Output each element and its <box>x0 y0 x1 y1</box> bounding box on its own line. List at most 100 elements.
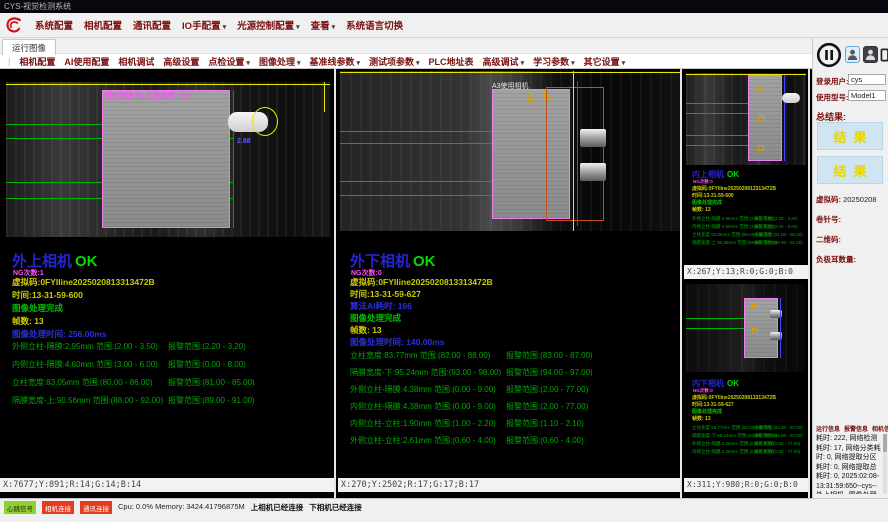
window-title: CYS-视觉检测系统 <box>4 2 71 11</box>
alarm-range: 报警范围:(2.00 - 77.00) <box>754 441 800 447</box>
blue-annotation: 2.88 <box>237 138 251 145</box>
alarm-range: 报警范围:(94.00 - 97.00) <box>754 433 803 439</box>
login-user-label: 登录用户: <box>816 76 849 87</box>
cpu-memory-readout: Cpu: 0.0% Memory: 3424.41796875M <box>118 502 245 511</box>
highlight-circle <box>252 107 278 136</box>
menu-comm-config[interactable]: 通讯配置 <box>133 18 171 32</box>
camera-image[interactable]: 固定阈值:93, 动态阈值:100 2.88 <box>6 82 330 237</box>
product-region <box>748 75 782 161</box>
measurement-value: 立柱宽度:83.05mm 范围:(80.00 - 86.00) <box>12 377 168 388</box>
measurement-row: 立柱宽度:83.05mm 范围:(80.00 - 86.00)报警范围:(81.… <box>12 377 332 388</box>
measurement-value: 外侧立柱-立柱:2.61mm 范围:(0.60 - 4.00) <box>350 435 506 446</box>
measurement-value: 外侧立柱-隔膜:4.38mm 范围:(0.00 - 9.00) <box>692 441 754 447</box>
alarm-range: 报警范围:(0.00 - 8.00) <box>754 224 798 230</box>
camera-image[interactable] <box>686 284 806 372</box>
menu-language-switch[interactable]: 系统语言切换 <box>346 18 403 32</box>
measure-line-green <box>340 181 502 182</box>
alarm-range: 报警范围:(2.00 - 77.00) <box>754 449 800 455</box>
ref-line-yellow <box>686 74 806 75</box>
tool-camera-config[interactable]: 相机配置 <box>19 55 55 68</box>
tool-image-processing[interactable]: 图像处理 <box>259 55 301 68</box>
camera-view-inner-upper: 内上相机OK NG次数:0 虚拟码:0FYIline20250208133134… <box>684 69 808 279</box>
log-tab-alarm-info[interactable]: 报警信息 <box>844 424 868 433</box>
ref-line-yellow <box>6 84 330 85</box>
camera-image[interactable]: A3使用相机 <box>340 71 680 231</box>
info-line: 时间:13-31-59-627 <box>692 401 734 408</box>
lower-camera-status: 下相机已经连接 <box>309 502 362 513</box>
winding-pin-label: 卷针号: <box>816 214 841 225</box>
menubar: 系统配置 相机配置 通讯配置 IO手配置 光源控制配置 查看 系统语言切换 <box>0 13 888 38</box>
virtual-code-caption: 虚拟码: <box>816 195 841 204</box>
tool-learning-params[interactable]: 学习参数 <box>533 55 575 68</box>
alarm-range: 报警范围:(83.00 - 87.00) <box>754 425 803 431</box>
upper-camera-status: 上相机已经连接 <box>251 502 304 513</box>
info-line: 虚拟码:0FYIline2025020813313472B <box>350 276 493 288</box>
product-region <box>102 90 230 228</box>
measurement-row: 内侧立柱-隔膜:4.60mm 范围:(3.00 - 6.00)报警范围:(0.0… <box>12 359 332 370</box>
tool-other-settings[interactable]: 其它设置 <box>584 55 626 68</box>
measurement-value: 隔膜宽度-下:95.24mm 范围:(93.00 - 98.00) <box>692 433 754 439</box>
tool-camera-debug[interactable]: 相机调试 <box>118 55 154 68</box>
tool-ai-config[interactable]: AI使用配置 <box>64 55 109 68</box>
measurement-row: 外侧立柱-立柱:2.61mm 范围:(0.60 - 4.00)报警范围:(0.6… <box>350 435 678 446</box>
log-tab-run-info[interactable]: 运行信息 <box>816 424 840 433</box>
login-user-field[interactable] <box>848 74 886 85</box>
tab-run-image[interactable]: 运行图像 <box>2 39 56 55</box>
measurement-value: 立柱宽度:83.05mm 范围:(80.00 - 86.00) <box>692 232 754 238</box>
edge-line-blue <box>233 90 234 228</box>
tool-advanced-settings[interactable]: 高级设置 <box>163 55 199 68</box>
info-line: 图像处理时间: 140.00ms <box>350 336 444 348</box>
info-line: 时间:13-31-59-600 <box>12 289 83 301</box>
app-window: CYS-视觉检测系统 系统配置 相机配置 通讯配置 IO手配置 光源控制配置 查… <box>0 0 888 522</box>
tool-baseline-params[interactable]: 基准线参数 <box>309 55 360 68</box>
model-label: 使用型号: <box>816 92 849 103</box>
alarm-range: 报警范围:(2.00 - 77.00) <box>506 401 588 412</box>
menu-system-config[interactable]: 系统配置 <box>35 18 73 32</box>
menu-light-config[interactable]: 光源控制配置 <box>237 18 300 32</box>
alarm-range: 报警范围:(94.00 - 97.00) <box>506 367 593 378</box>
result-box-lower: 结果 <box>817 156 883 184</box>
menu-view[interactable]: 查看 <box>311 18 336 32</box>
virtual-code-label: 虚拟码: 20250208 <box>816 194 876 205</box>
result-ok: OK <box>413 253 436 270</box>
exit-logout-button[interactable] <box>879 46 888 63</box>
menu-io-config[interactable]: IO手配置 <box>182 18 226 32</box>
person-icon <box>865 49 876 61</box>
model-field[interactable] <box>848 90 886 101</box>
log-scrollbar[interactable] <box>883 434 887 494</box>
info-line: 时间:13-31-59-627 <box>350 288 421 300</box>
alarm-range: 报警范围:(1.10 - 2.10) <box>506 418 584 429</box>
pause-button[interactable] <box>816 42 842 68</box>
measurement-value: 隔膜宽度-上:90.56mm 范围:(88.00 - 92.00) <box>12 395 168 406</box>
feature-marker <box>758 85 764 91</box>
tool-test-params[interactable]: 测试项参数 <box>369 55 420 68</box>
comm-link-badge: 通讯连接 <box>80 501 112 514</box>
measure-line-green <box>686 318 752 319</box>
tool-plc-address[interactable]: PLC地址表 <box>429 55 474 68</box>
camera-name: 内上相机 <box>692 170 724 179</box>
camera-views-area: 固定阈值:93, 动态阈值:100 2.88 外上相机OK NG次数:1 虚拟码… <box>0 69 812 498</box>
measurement-value: 隔膜宽度-下:95.24mm 范围:(93.00 - 98.00) <box>350 367 506 378</box>
alarm-range: 报警范围:(0.60 - 4.00) <box>506 435 584 446</box>
user-login-button[interactable] <box>845 46 860 63</box>
measure-line-green <box>340 143 502 144</box>
menu-camera-config[interactable]: 相机配置 <box>84 18 122 32</box>
log-tab-camera-info[interactable]: 相机信息 <box>872 424 888 433</box>
heartbeat-badge: 心跳信号 <box>4 501 36 514</box>
virtual-code-value: 20250208 <box>843 195 876 204</box>
measurement-value: 立柱宽度:83.77mm 范围:(82.00 - 88.00) <box>692 425 754 431</box>
tool-advanced-debug[interactable]: 高级调试 <box>483 55 525 68</box>
user-manage-button[interactable] <box>863 46 878 63</box>
camera-image[interactable] <box>686 73 806 165</box>
tool-spot-check[interactable]: 点检设置 <box>208 55 250 68</box>
measure-line-green <box>686 113 756 114</box>
scrollbar-thumb[interactable] <box>883 434 887 452</box>
alarm-range: 报警范围:(81.00 - 85.00) <box>168 377 255 388</box>
info-line: 图像处理时间: 256.00ms <box>12 328 106 340</box>
pixel-coordinate-readout: X:267;Y:13;R:0;G:0;B:0 <box>684 265 808 279</box>
connector-part <box>782 93 800 103</box>
measurement-row: 内侧立柱-隔膜:4.38mm 范围:(0.00 - 9.00)报警范围:(2.0… <box>350 401 678 412</box>
result-ok: OK <box>727 170 739 179</box>
pixel-coordinate-readout: X:7677;Y:891;R:14;G:14;B:14 <box>0 478 334 492</box>
measure-line-green <box>686 103 756 104</box>
